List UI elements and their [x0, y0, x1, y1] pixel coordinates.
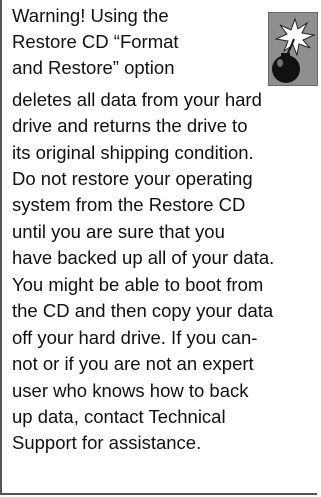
- warning-text-line: Warning! Using the: [12, 5, 169, 26]
- warning-text-line: drive and returns the drive to: [12, 115, 248, 136]
- warning-text-line: Restore CD “Format: [12, 31, 179, 52]
- warning-text-line: user who knows how to back: [12, 380, 249, 401]
- warning-text-line: its original shipping condition.: [12, 142, 254, 163]
- warning-text-line: and Restore” option: [12, 57, 175, 78]
- warning-text-line: Do not restore your operating: [12, 168, 253, 189]
- bomb-icon: [268, 12, 318, 86]
- warning-text-line: deletes all data from your hard: [12, 89, 262, 110]
- warning-text-line: Support for assistance.: [12, 432, 202, 453]
- warning-text-line: You might be able to boot from: [12, 274, 264, 295]
- warning-text-line: the CD and then copy your data: [12, 300, 274, 321]
- warning-text-line: not or if you are not an expert: [12, 353, 254, 374]
- warning-box: Warning! Using the Restore CD “Format an…: [0, 0, 318, 495]
- warning-text-line: up data, contact Technical: [12, 406, 226, 427]
- warning-text-line: have backed up all of your data.: [12, 247, 275, 268]
- warning-text-line: system from the Restore CD: [12, 194, 246, 215]
- warning-text-line: until you are sure that you: [12, 221, 225, 242]
- warning-text-line: off your hard drive. If you can-: [12, 327, 258, 348]
